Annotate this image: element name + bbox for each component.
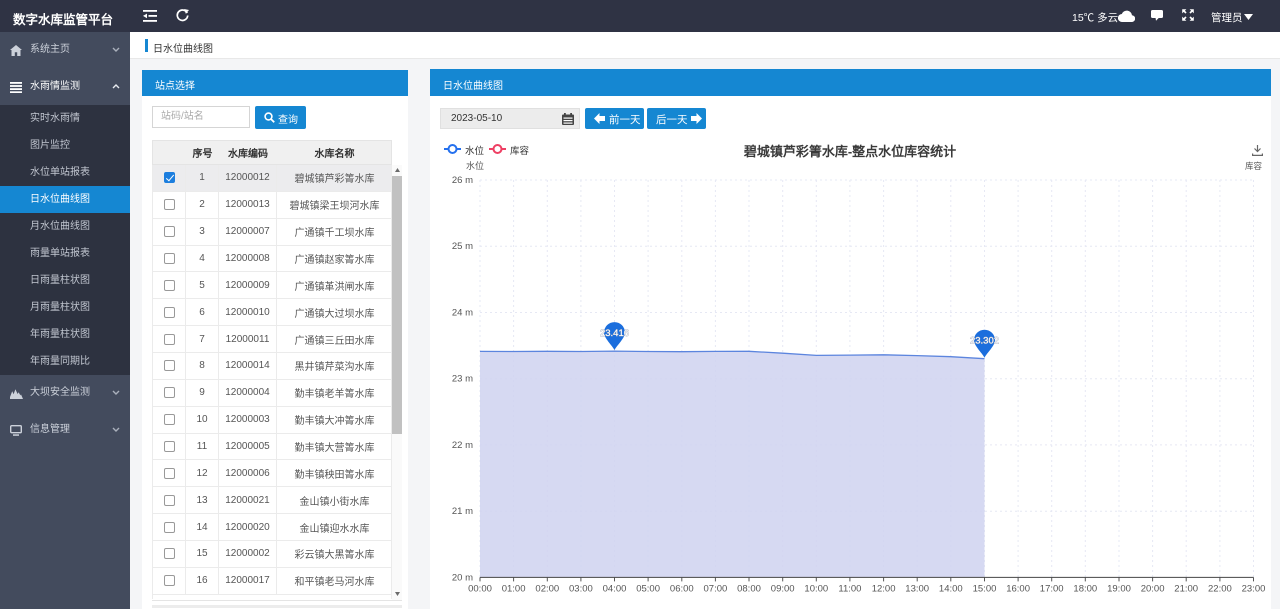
svg-text:23.416: 23.416 (600, 328, 629, 339)
svg-text:21:00: 21:00 (1174, 583, 1198, 594)
svg-text:19:00: 19:00 (1107, 583, 1131, 594)
svg-text:00:00: 00:00 (468, 583, 492, 594)
svg-text:24 m: 24 m (452, 308, 473, 319)
svg-text:13:00: 13:00 (905, 583, 929, 594)
svg-text:17:00: 17:00 (1040, 583, 1064, 594)
svg-text:12:00: 12:00 (872, 583, 896, 594)
svg-text:09:00: 09:00 (771, 583, 795, 594)
svg-text:04:00: 04:00 (603, 583, 627, 594)
svg-text:01:00: 01:00 (502, 583, 526, 594)
svg-text:07:00: 07:00 (704, 583, 728, 594)
svg-text:16:00: 16:00 (1006, 583, 1030, 594)
svg-text:18:00: 18:00 (1073, 583, 1097, 594)
svg-text:23.302: 23.302 (970, 336, 999, 347)
svg-text:23 m: 23 m (452, 374, 473, 385)
svg-text:21 m: 21 m (452, 506, 473, 517)
svg-text:20:00: 20:00 (1141, 583, 1165, 594)
svg-text:11:00: 11:00 (838, 583, 861, 594)
svg-text:03:00: 03:00 (569, 583, 593, 594)
svg-text:10:00: 10:00 (804, 583, 828, 594)
svg-text:02:00: 02:00 (535, 583, 559, 594)
svg-text:26 m: 26 m (452, 175, 473, 186)
svg-text:14:00: 14:00 (939, 583, 963, 594)
svg-text:20 m: 20 m (452, 572, 473, 583)
svg-text:05:00: 05:00 (636, 583, 660, 594)
svg-text:15:00: 15:00 (973, 583, 997, 594)
svg-text:22:00: 22:00 (1208, 583, 1232, 594)
svg-text:08:00: 08:00 (737, 583, 761, 594)
svg-text:22 m: 22 m (452, 440, 473, 451)
svg-text:25 m: 25 m (452, 241, 473, 252)
svg-text:23:00: 23:00 (1242, 583, 1266, 594)
svg-text:06:00: 06:00 (670, 583, 694, 594)
